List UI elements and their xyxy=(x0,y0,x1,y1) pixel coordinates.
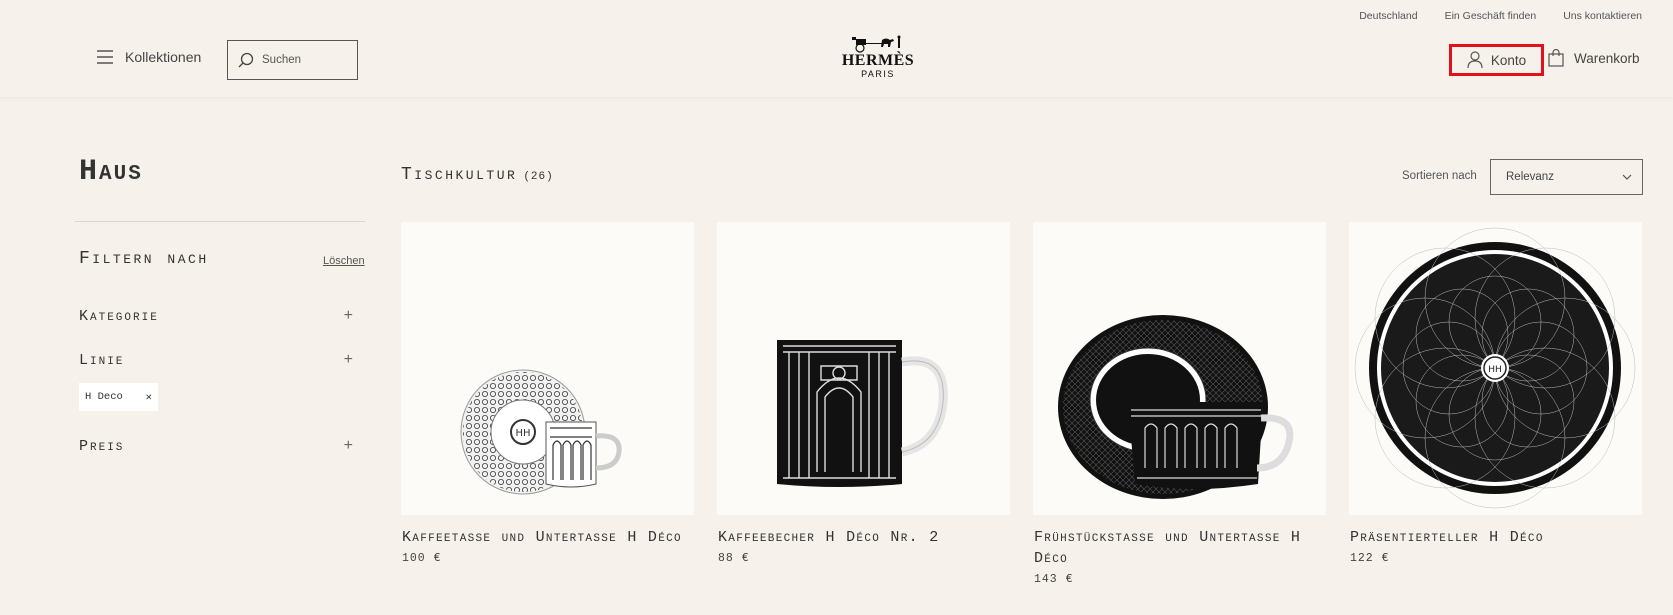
product-name[interactable]: Kaffeetasse und Untertasse H Déco xyxy=(401,527,694,548)
collections-menu-button[interactable]: Kollektionen xyxy=(97,49,201,65)
facet-category[interactable]: Kategorie + xyxy=(79,307,355,325)
close-icon[interactable]: ✕ xyxy=(146,391,152,404)
espresso-cup-saucer-image: HH xyxy=(460,369,622,495)
active-filter-chip[interactable]: H Deco ✕ xyxy=(79,383,158,411)
facet-label: Kategorie xyxy=(79,307,159,325)
facet-label: Linie xyxy=(79,351,125,369)
product-image[interactable]: HH xyxy=(401,222,694,515)
search-icon xyxy=(238,52,254,68)
product-count: (26) xyxy=(523,171,554,183)
sort-label: Sortieren nach xyxy=(1402,170,1477,182)
cart-label: Warenkorb xyxy=(1574,50,1640,66)
svg-text:HH: HH xyxy=(1488,365,1502,375)
svg-text:HH: HH xyxy=(515,428,530,439)
mug-image xyxy=(777,340,948,487)
product-price: 143 € xyxy=(1034,573,1074,586)
chevron-down-icon xyxy=(1622,174,1632,180)
hamburger-icon xyxy=(97,50,113,64)
facet-price[interactable]: Preis + xyxy=(79,437,355,455)
presentation-plate-image: HH xyxy=(1354,227,1636,509)
cart-button[interactable]: Warenkorb xyxy=(1548,49,1640,67)
product-card[interactable]: HH Kaffeetasse und Untertasse H Déco 100… xyxy=(401,222,694,565)
product-card[interactable]: HH Präsentierteller H Déco 122 € xyxy=(1349,222,1642,565)
page-title: Haus xyxy=(79,155,143,189)
shopping-bag-icon xyxy=(1548,49,1564,67)
product-image[interactable]: HH xyxy=(1349,222,1642,515)
product-name[interactable]: Kaffeebecher H Déco Nr. 2 xyxy=(717,527,1010,548)
collections-menu-label: Kollektionen xyxy=(125,49,202,65)
facet-label: Preis xyxy=(79,437,125,455)
utility-nav: Deutschland Ein Geschäft finden Uns kont… xyxy=(1359,10,1642,22)
plus-icon: + xyxy=(343,437,355,454)
site-header: Deutschland Ein Geschäft finden Uns kont… xyxy=(0,0,1673,97)
product-card[interactable]: Frühstückstasse und Untertasse H Déco 14… xyxy=(1033,222,1326,586)
product-image[interactable] xyxy=(717,222,1010,515)
search-input[interactable]: Suchen xyxy=(227,40,358,80)
facet-line[interactable]: Linie + xyxy=(79,351,355,369)
section-title: Tischkultur (26) xyxy=(401,165,554,185)
product-price: 100 € xyxy=(402,552,442,565)
plus-icon: + xyxy=(343,351,355,368)
account-button[interactable]: Konto xyxy=(1449,44,1544,76)
filter-heading: Filtern nach xyxy=(79,249,209,269)
country-link[interactable]: Deutschland xyxy=(1359,10,1417,22)
product-price: 122 € xyxy=(1350,552,1390,565)
product-card[interactable]: Kaffeebecher H Déco Nr. 2 88 € xyxy=(717,222,1010,565)
carriage-icon xyxy=(852,35,901,53)
sidebar-divider xyxy=(75,221,365,222)
user-icon xyxy=(1467,51,1483,69)
product-price: 88 € xyxy=(718,552,750,565)
store-locator-link[interactable]: Ein Geschäft finden xyxy=(1445,10,1537,22)
hermes-logo[interactable]: HERMÈS PARIS xyxy=(836,35,920,83)
plus-icon: + xyxy=(343,307,355,324)
product-name[interactable]: Präsentierteller H Déco xyxy=(1349,527,1642,548)
product-name[interactable]: Frühstückstasse und Untertasse H Déco xyxy=(1033,527,1326,569)
section-title-text: Tischkultur xyxy=(401,165,518,185)
logo-wordmark: HERMÈS xyxy=(841,52,915,69)
logo-subtitle: PARIS xyxy=(861,69,895,79)
sort-value: Relevanz xyxy=(1506,171,1554,183)
contact-link[interactable]: Uns kontaktieren xyxy=(1563,10,1642,22)
breakfast-cup-saucer-image xyxy=(1058,315,1294,499)
chip-label: H Deco xyxy=(85,391,123,403)
search-placeholder: Suchen xyxy=(262,54,302,66)
product-image[interactable] xyxy=(1033,222,1326,515)
clear-filters-link[interactable]: Löschen xyxy=(323,255,365,267)
sort-select[interactable]: Relevanz xyxy=(1490,159,1643,195)
account-label: Konto xyxy=(1490,52,1527,68)
